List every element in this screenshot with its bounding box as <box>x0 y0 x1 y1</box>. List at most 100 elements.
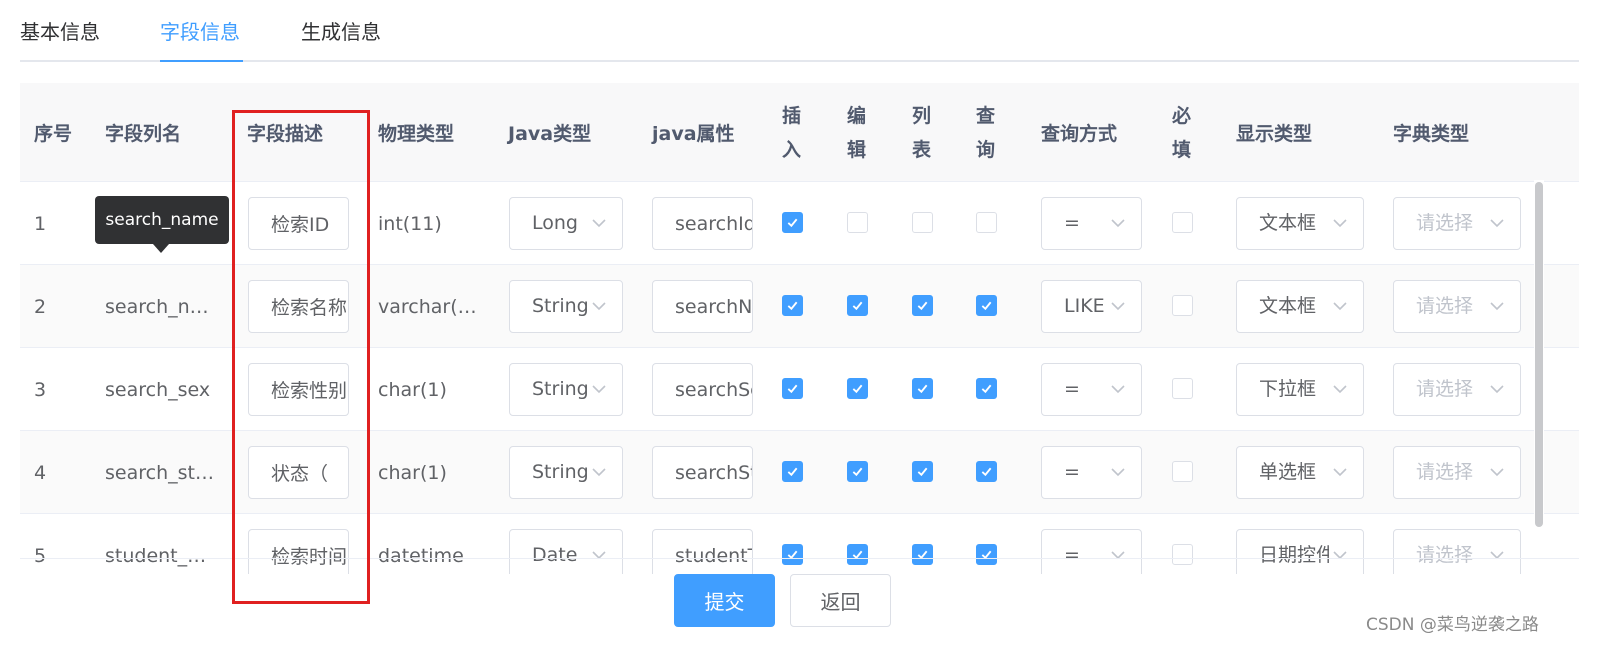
java-type-value: String <box>532 378 588 400</box>
description-input[interactable]: 检索性别 <box>248 363 349 416</box>
query-checkbox[interactable] <box>976 295 997 316</box>
display-type-select[interactable]: 文本框 <box>1236 280 1364 333</box>
vertical-scrollbar-thumb[interactable] <box>1535 182 1543 527</box>
query-checkbox[interactable] <box>976 212 997 233</box>
java-field-input[interactable]: studentTime <box>652 529 753 574</box>
display-type-select[interactable]: 日期控件 <box>1236 529 1364 574</box>
java-type-select[interactable]: String <box>509 446 623 499</box>
header-query: 查 询 <box>976 83 995 182</box>
insert-checkbox[interactable] <box>782 544 803 565</box>
query-checkbox[interactable] <box>976 461 997 482</box>
list-checkbox[interactable] <box>912 544 933 565</box>
required-checkbox[interactable] <box>1172 544 1193 565</box>
edit-checkbox[interactable] <box>847 212 868 233</box>
chevron-down-icon <box>1490 468 1504 477</box>
row-physical-type: int(11) <box>378 212 442 235</box>
query-mode-select[interactable]: = <box>1041 363 1142 416</box>
submit-button[interactable]: 提交 <box>674 574 775 627</box>
java-field-input[interactable]: searchName <box>652 280 753 333</box>
edit-checkbox[interactable] <box>847 295 868 316</box>
description-input[interactable]: 状态（ <box>248 446 349 499</box>
header-display-type: 显示类型 <box>1236 123 1313 145</box>
display-type-value: 文本框 <box>1259 295 1317 317</box>
header-edit: 编 辑 <box>847 83 866 182</box>
insert-checkbox[interactable] <box>782 295 803 316</box>
tab-basic-info[interactable]: 基本信息 <box>20 18 100 62</box>
query-mode-value: = <box>1064 212 1080 234</box>
display-type-value: 单选框 <box>1259 461 1317 483</box>
insert-checkbox[interactable] <box>782 212 803 233</box>
edit-checkbox[interactable] <box>847 461 868 482</box>
query-checkbox[interactable] <box>976 378 997 399</box>
header-required: 必 填 <box>1172 83 1191 182</box>
java-type-value: Long <box>532 212 578 234</box>
chevron-down-icon <box>1333 468 1347 477</box>
dict-type-select[interactable]: 请选择 <box>1393 529 1521 574</box>
query-mode-select[interactable]: = <box>1041 529 1142 574</box>
java-field-input[interactable]: searchStatus <box>652 446 753 499</box>
tooltip-arrow <box>153 244 169 253</box>
checkmark-icon <box>852 467 863 477</box>
query-mode-select[interactable]: = <box>1041 197 1142 250</box>
display-type-select[interactable]: 下拉框 <box>1236 363 1364 416</box>
java-type-select[interactable]: String <box>509 363 623 416</box>
description-input[interactable]: 检索ID <box>248 197 349 250</box>
dict-type-select[interactable]: 请选择 <box>1393 446 1521 499</box>
checkmark-icon <box>981 384 992 394</box>
chevron-down-icon <box>592 551 606 560</box>
edit-checkbox[interactable] <box>847 378 868 399</box>
java-type-value: Date <box>532 544 578 566</box>
checkmark-icon <box>981 467 992 477</box>
display-type-select[interactable]: 单选框 <box>1236 446 1364 499</box>
list-checkbox[interactable] <box>912 212 933 233</box>
java-type-value: String <box>532 461 588 483</box>
java-field-input[interactable]: searchSex <box>652 363 753 416</box>
chevron-down-icon <box>1111 385 1125 394</box>
query-checkbox[interactable] <box>976 544 997 565</box>
chevron-down-icon <box>592 468 606 477</box>
description-input[interactable]: 检索时间 <box>248 529 349 574</box>
header-query-2: 询 <box>976 138 996 161</box>
chevron-down-icon <box>592 219 606 228</box>
java-field-input[interactable]: searchId <box>652 197 753 250</box>
query-mode-select[interactable]: = <box>1041 446 1142 499</box>
insert-checkbox[interactable] <box>782 461 803 482</box>
required-checkbox[interactable] <box>1172 378 1193 399</box>
dict-type-select[interactable]: 请选择 <box>1393 363 1521 416</box>
dict-type-select[interactable]: 请选择 <box>1393 280 1521 333</box>
required-checkbox[interactable] <box>1172 212 1193 233</box>
required-checkbox[interactable] <box>1172 461 1193 482</box>
chevron-down-icon <box>592 385 606 394</box>
query-mode-select[interactable]: LIKE <box>1041 280 1142 333</box>
back-button[interactable]: 返回 <box>790 574 891 627</box>
chevron-down-icon <box>592 302 606 311</box>
header-query-mode: 查询方式 <box>1041 123 1118 145</box>
insert-checkbox[interactable] <box>782 378 803 399</box>
java-type-select[interactable]: String <box>509 280 623 333</box>
list-checkbox[interactable] <box>912 378 933 399</box>
list-checkbox[interactable] <box>912 295 933 316</box>
display-type-select[interactable]: 文本框 <box>1236 197 1364 250</box>
display-type-value: 文本框 <box>1259 212 1317 234</box>
dict-type-value: 请选择 <box>1416 544 1474 566</box>
query-mode-value: = <box>1064 461 1080 483</box>
checkmark-icon <box>787 301 798 311</box>
header-required-2: 填 <box>1172 138 1192 161</box>
dict-type-select[interactable]: 请选择 <box>1393 197 1521 250</box>
header-list-1: 列 <box>912 104 932 127</box>
java-type-select[interactable]: Long <box>509 197 623 250</box>
checkmark-icon <box>787 384 798 394</box>
header-list-2: 表 <box>912 138 932 161</box>
java-type-select[interactable]: Date <box>509 529 623 574</box>
tab-generate-info[interactable]: 生成信息 <box>301 18 381 62</box>
description-input[interactable]: 检索名称 <box>248 280 349 333</box>
chevron-down-icon <box>1490 219 1504 228</box>
list-checkbox[interactable] <box>912 461 933 482</box>
row-index: 5 <box>34 544 47 567</box>
edit-checkbox[interactable] <box>847 544 868 565</box>
chevron-down-icon <box>1111 551 1125 560</box>
checkmark-icon <box>917 301 928 311</box>
tab-field-info[interactable]: 字段信息 <box>160 18 240 62</box>
required-checkbox[interactable] <box>1172 295 1193 316</box>
row-physical-type: char(1) <box>378 461 447 484</box>
